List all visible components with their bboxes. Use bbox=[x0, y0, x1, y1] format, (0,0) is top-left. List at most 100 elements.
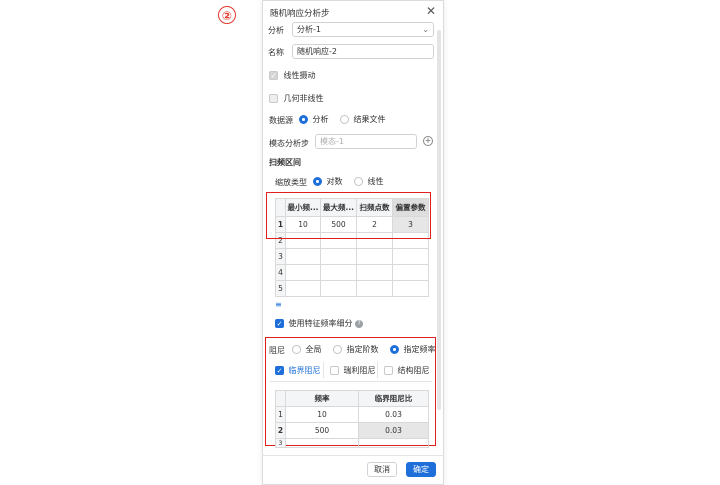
table-cell[interactable]: 500 bbox=[285, 422, 359, 439]
table-cell[interactable] bbox=[392, 248, 429, 265]
damping-tab-critical[interactable]: ✓ 临界阻尼 bbox=[275, 365, 321, 376]
checkbox-checked-disabled-icon: ✓ bbox=[269, 71, 278, 80]
damping-label: 阻尼 bbox=[269, 346, 285, 355]
tab-divider bbox=[377, 362, 378, 378]
table-cell[interactable] bbox=[285, 248, 321, 265]
column-header[interactable]: 频率 bbox=[285, 390, 359, 407]
damping-option-order[interactable]: 指定阶数 bbox=[333, 344, 379, 355]
damping-tab-label: 临界阻尼 bbox=[288, 366, 321, 375]
table-cell[interactable]: 10 bbox=[285, 406, 359, 423]
damping-table-wrapper: 频率 临界阻尼比 1 10 0.03 2 500 0.03 3 bbox=[275, 390, 429, 448]
scale-option-label: 线性 bbox=[367, 177, 384, 186]
row-number: 4 bbox=[275, 264, 286, 281]
cancel-button[interactable]: 取消 bbox=[367, 462, 397, 477]
analysis-select[interactable]: 分析-1 ⌄ bbox=[292, 22, 434, 37]
dialog-title: 随机响应分析步 bbox=[270, 9, 330, 19]
geometric-nonlinear-label: 几何非线性 bbox=[283, 94, 324, 103]
damping-option-label: 指定频率 bbox=[403, 345, 436, 354]
table-row: 3 bbox=[275, 438, 429, 448]
table-row: 2 500 0.03 bbox=[275, 422, 429, 439]
table-cell[interactable] bbox=[392, 264, 429, 281]
table-row: 3 bbox=[275, 248, 429, 265]
checkbox-unchecked-icon bbox=[269, 94, 278, 103]
step-number-marker: ② bbox=[218, 6, 236, 24]
name-label: 名称 bbox=[268, 48, 284, 57]
damping-tab-rayleigh[interactable]: 瑞利阻尼 bbox=[330, 365, 376, 376]
column-header[interactable]: 临界阻尼比 bbox=[358, 390, 429, 407]
sweep-section-title: 扫频区间 bbox=[269, 158, 301, 167]
datasource-option-label: 分析 bbox=[312, 115, 329, 124]
linear-perturbation-label: 线性摄动 bbox=[283, 71, 316, 80]
table-cell[interactable] bbox=[320, 264, 357, 281]
scale-option-label: 对数 bbox=[326, 177, 343, 186]
sweep-highlight-box bbox=[266, 192, 431, 239]
checkbox-unchecked-icon bbox=[384, 366, 393, 375]
table-cell[interactable] bbox=[320, 280, 357, 297]
table-row: 5 bbox=[275, 280, 429, 297]
radio-unselected-icon bbox=[333, 345, 342, 354]
table-row: 1 10 0.03 bbox=[275, 406, 429, 423]
damping-tab-label: 瑞利阻尼 bbox=[343, 366, 376, 375]
table-cell[interactable] bbox=[358, 438, 429, 448]
radio-unselected-icon bbox=[292, 345, 301, 354]
damping-tab-structural[interactable]: 结构阻尼 bbox=[384, 365, 430, 376]
geometric-nonlinear-checkbox[interactable]: 几何非线性 bbox=[269, 93, 324, 104]
close-icon[interactable]: ✕ bbox=[426, 4, 436, 18]
modal-step-label: 模态分析步 bbox=[269, 139, 309, 148]
table-cell[interactable]: 0.03 bbox=[358, 422, 429, 439]
checkbox-checked-icon: ✓ bbox=[275, 319, 284, 328]
table-corner bbox=[275, 390, 286, 407]
use-feature-frequency-label: 使用特征频率细分 bbox=[288, 319, 353, 328]
chevron-down-icon: ⌄ bbox=[422, 25, 429, 34]
row-number: 3 bbox=[275, 438, 286, 448]
damping-option-label: 全局 bbox=[305, 345, 322, 354]
footer-divider bbox=[262, 455, 444, 456]
confirm-button[interactable]: 确定 bbox=[406, 462, 436, 477]
name-input[interactable]: 随机响应-2 bbox=[292, 44, 434, 59]
datasource-option-label: 结果文件 bbox=[353, 115, 386, 124]
analysis-select-value: 分析-1 bbox=[297, 25, 321, 34]
help-icon[interactable]: ? bbox=[355, 319, 364, 328]
tab-divider bbox=[323, 362, 324, 378]
scale-option-linear[interactable]: 线性 bbox=[354, 176, 384, 187]
dialog-scrollbar[interactable] bbox=[437, 30, 441, 410]
row-number: 5 bbox=[275, 280, 286, 297]
table-cell[interactable]: 0.03 bbox=[358, 406, 429, 423]
radio-unselected-icon bbox=[354, 177, 363, 186]
datasource-option-analysis[interactable]: 分析 bbox=[299, 114, 329, 125]
tab-underline bbox=[270, 381, 432, 382]
table-cell[interactable] bbox=[285, 438, 359, 448]
row-number: 2 bbox=[275, 422, 286, 439]
table-cell[interactable] bbox=[356, 264, 393, 281]
damping-option-frequency[interactable]: 指定频率 bbox=[390, 344, 436, 355]
add-icon[interactable]: + bbox=[423, 136, 433, 146]
checkbox-unchecked-icon bbox=[330, 366, 339, 375]
analysis-label: 分析 bbox=[268, 26, 284, 35]
radio-unselected-icon bbox=[340, 115, 349, 124]
more-rows-indicator[interactable]: ≡ bbox=[275, 300, 282, 309]
table-cell[interactable] bbox=[356, 248, 393, 265]
use-feature-frequency-checkbox[interactable]: ✓ 使用特征频率细分 ? bbox=[275, 318, 364, 329]
radio-selected-icon bbox=[313, 177, 322, 186]
damping-tab-label: 结构阻尼 bbox=[397, 366, 430, 375]
scale-type-label: 缩放类型 bbox=[275, 178, 307, 187]
datasource-label: 数据源 bbox=[269, 116, 293, 125]
linear-perturbation-checkbox[interactable]: ✓ 线性摄动 bbox=[269, 70, 316, 81]
table-cell[interactable] bbox=[285, 280, 321, 297]
radio-selected-icon bbox=[299, 115, 308, 124]
row-number: 3 bbox=[275, 248, 286, 265]
modal-step-input[interactable]: 模态-1 bbox=[315, 134, 417, 149]
radio-selected-icon bbox=[390, 345, 399, 354]
row-number: 1 bbox=[275, 406, 286, 423]
modal-step-placeholder: 模态-1 bbox=[320, 137, 344, 146]
damping-table: 频率 临界阻尼比 1 10 0.03 2 500 0.03 3 bbox=[275, 390, 429, 448]
scale-option-log[interactable]: 对数 bbox=[313, 176, 343, 187]
table-cell[interactable] bbox=[285, 264, 321, 281]
table-cell[interactable] bbox=[320, 248, 357, 265]
datasource-option-resultfile[interactable]: 结果文件 bbox=[340, 114, 386, 125]
damping-option-global[interactable]: 全局 bbox=[292, 344, 322, 355]
damping-option-label: 指定阶数 bbox=[346, 345, 379, 354]
name-input-value: 随机响应-2 bbox=[297, 47, 337, 56]
table-cell[interactable] bbox=[356, 280, 393, 297]
table-cell[interactable] bbox=[392, 280, 429, 297]
